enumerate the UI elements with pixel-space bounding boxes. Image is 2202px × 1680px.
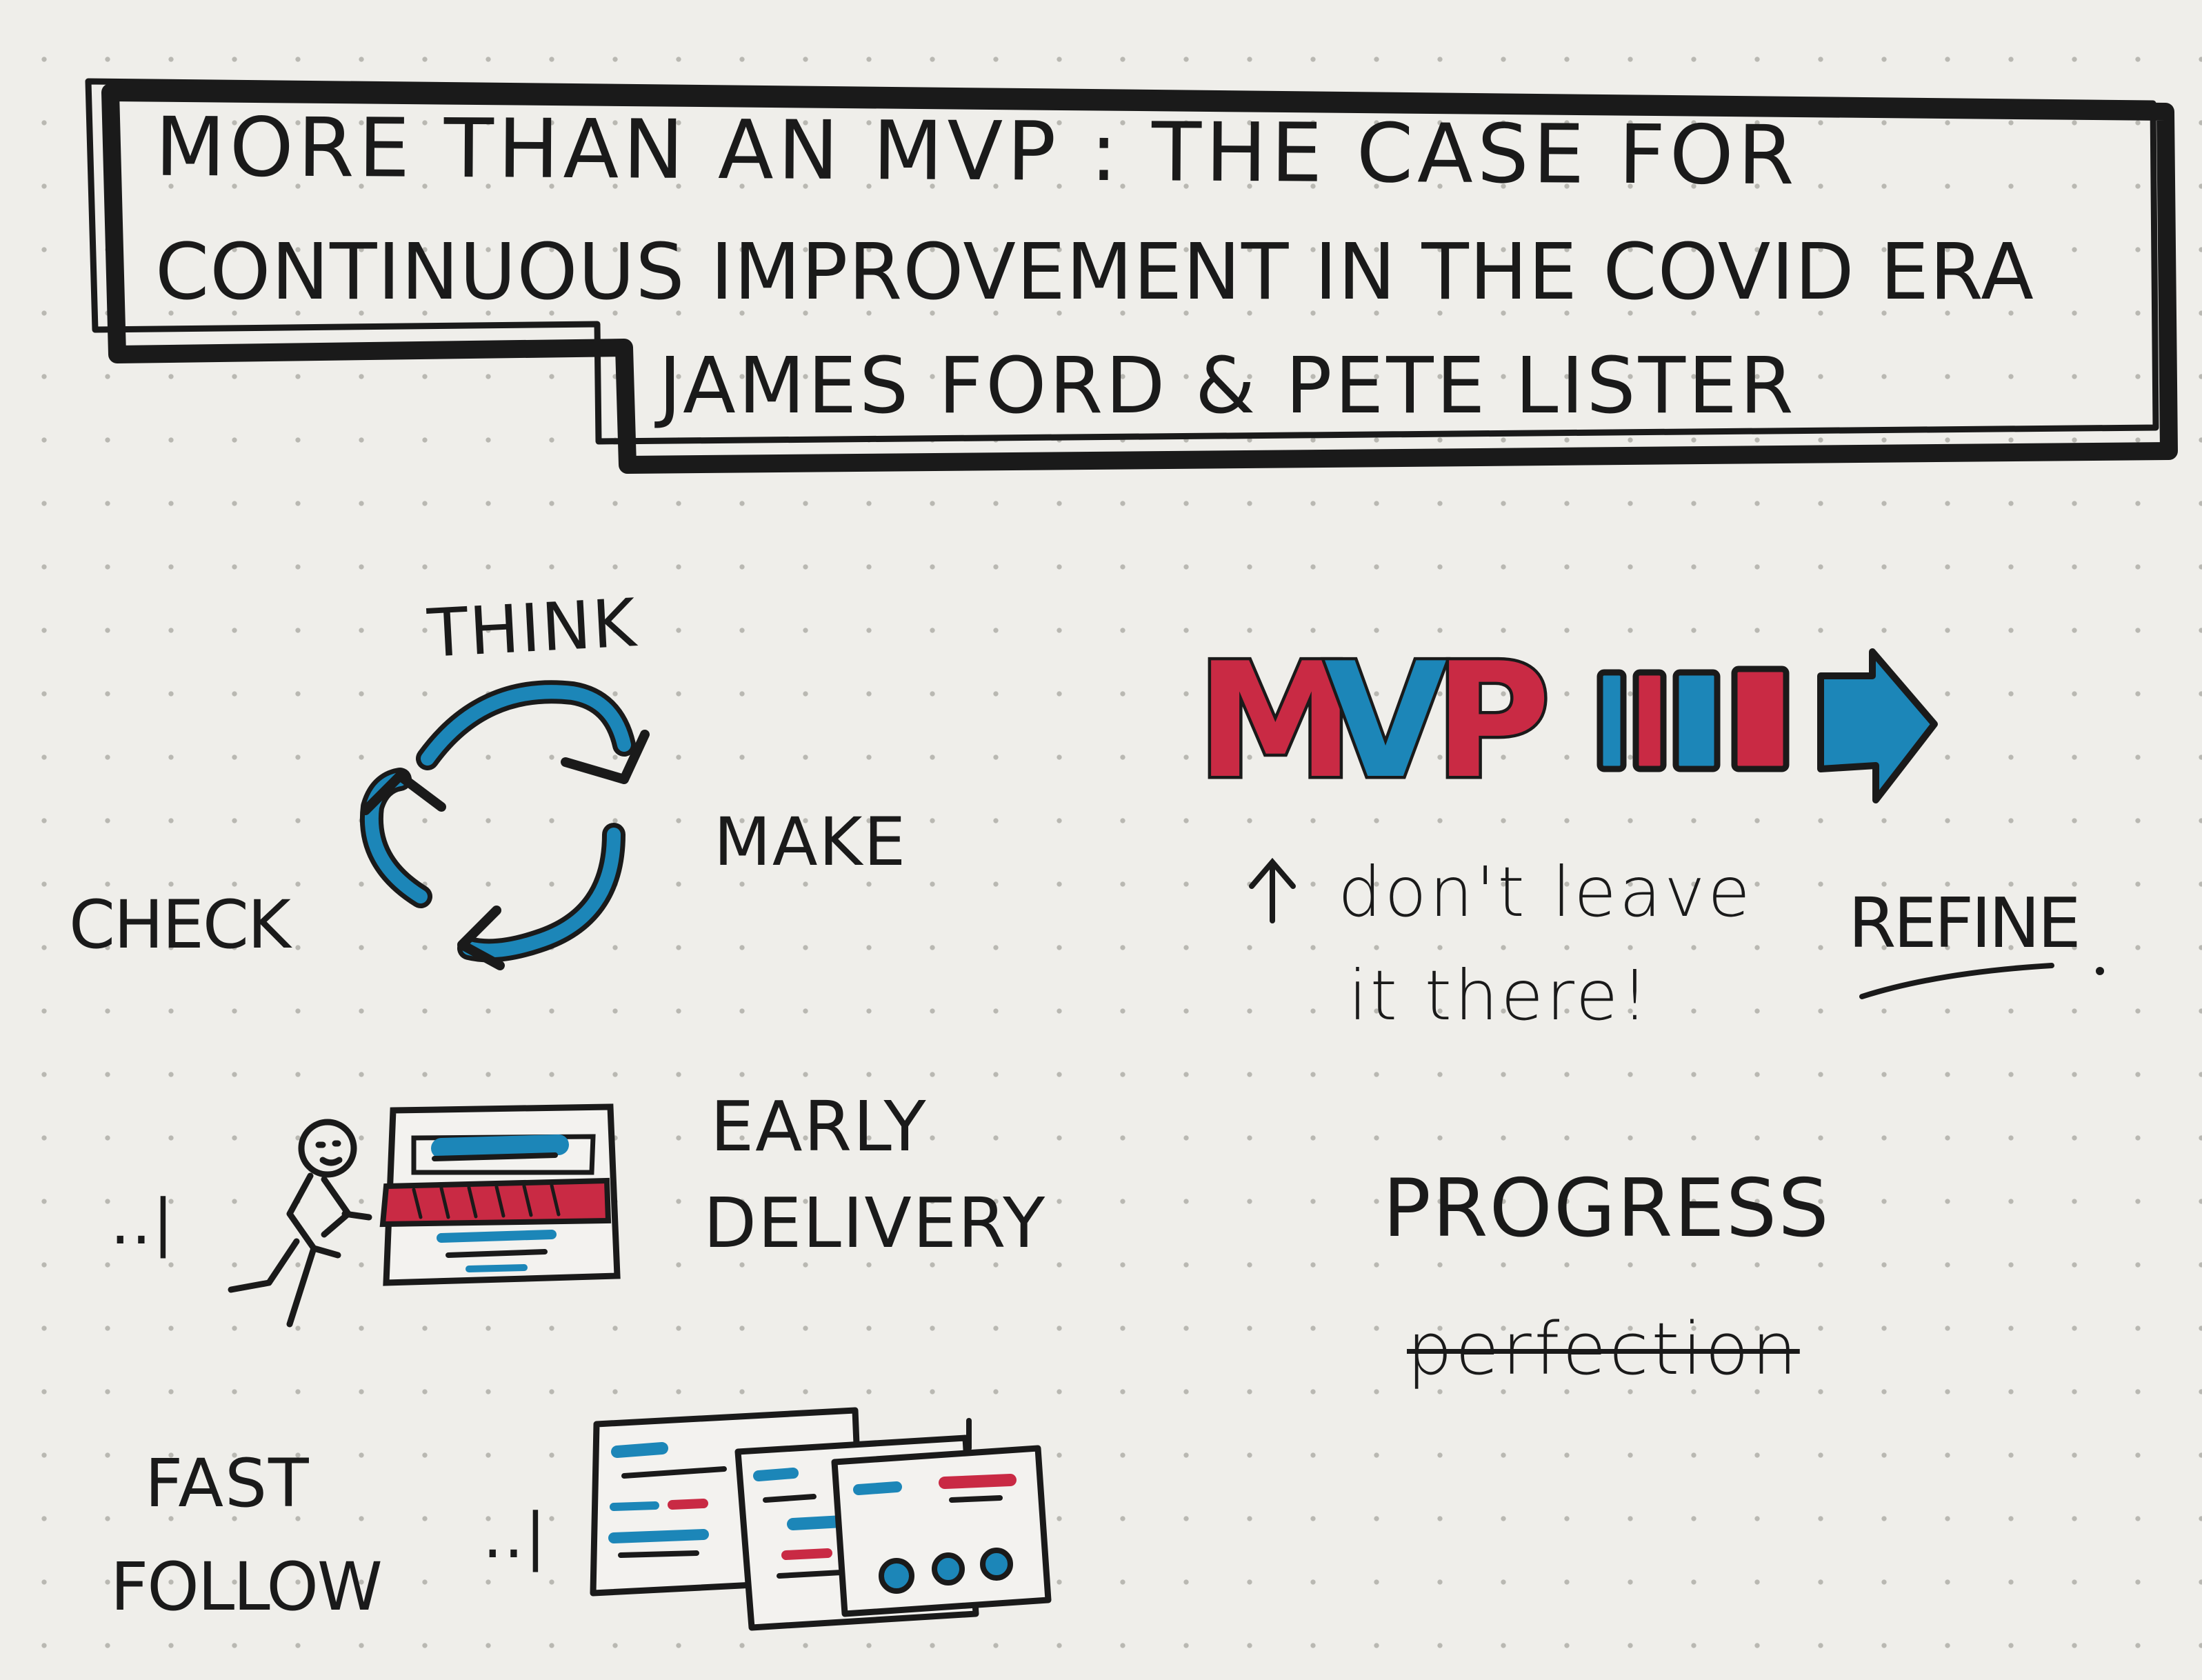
fast-follow-screens-icon bbox=[590, 1407, 1052, 1631]
